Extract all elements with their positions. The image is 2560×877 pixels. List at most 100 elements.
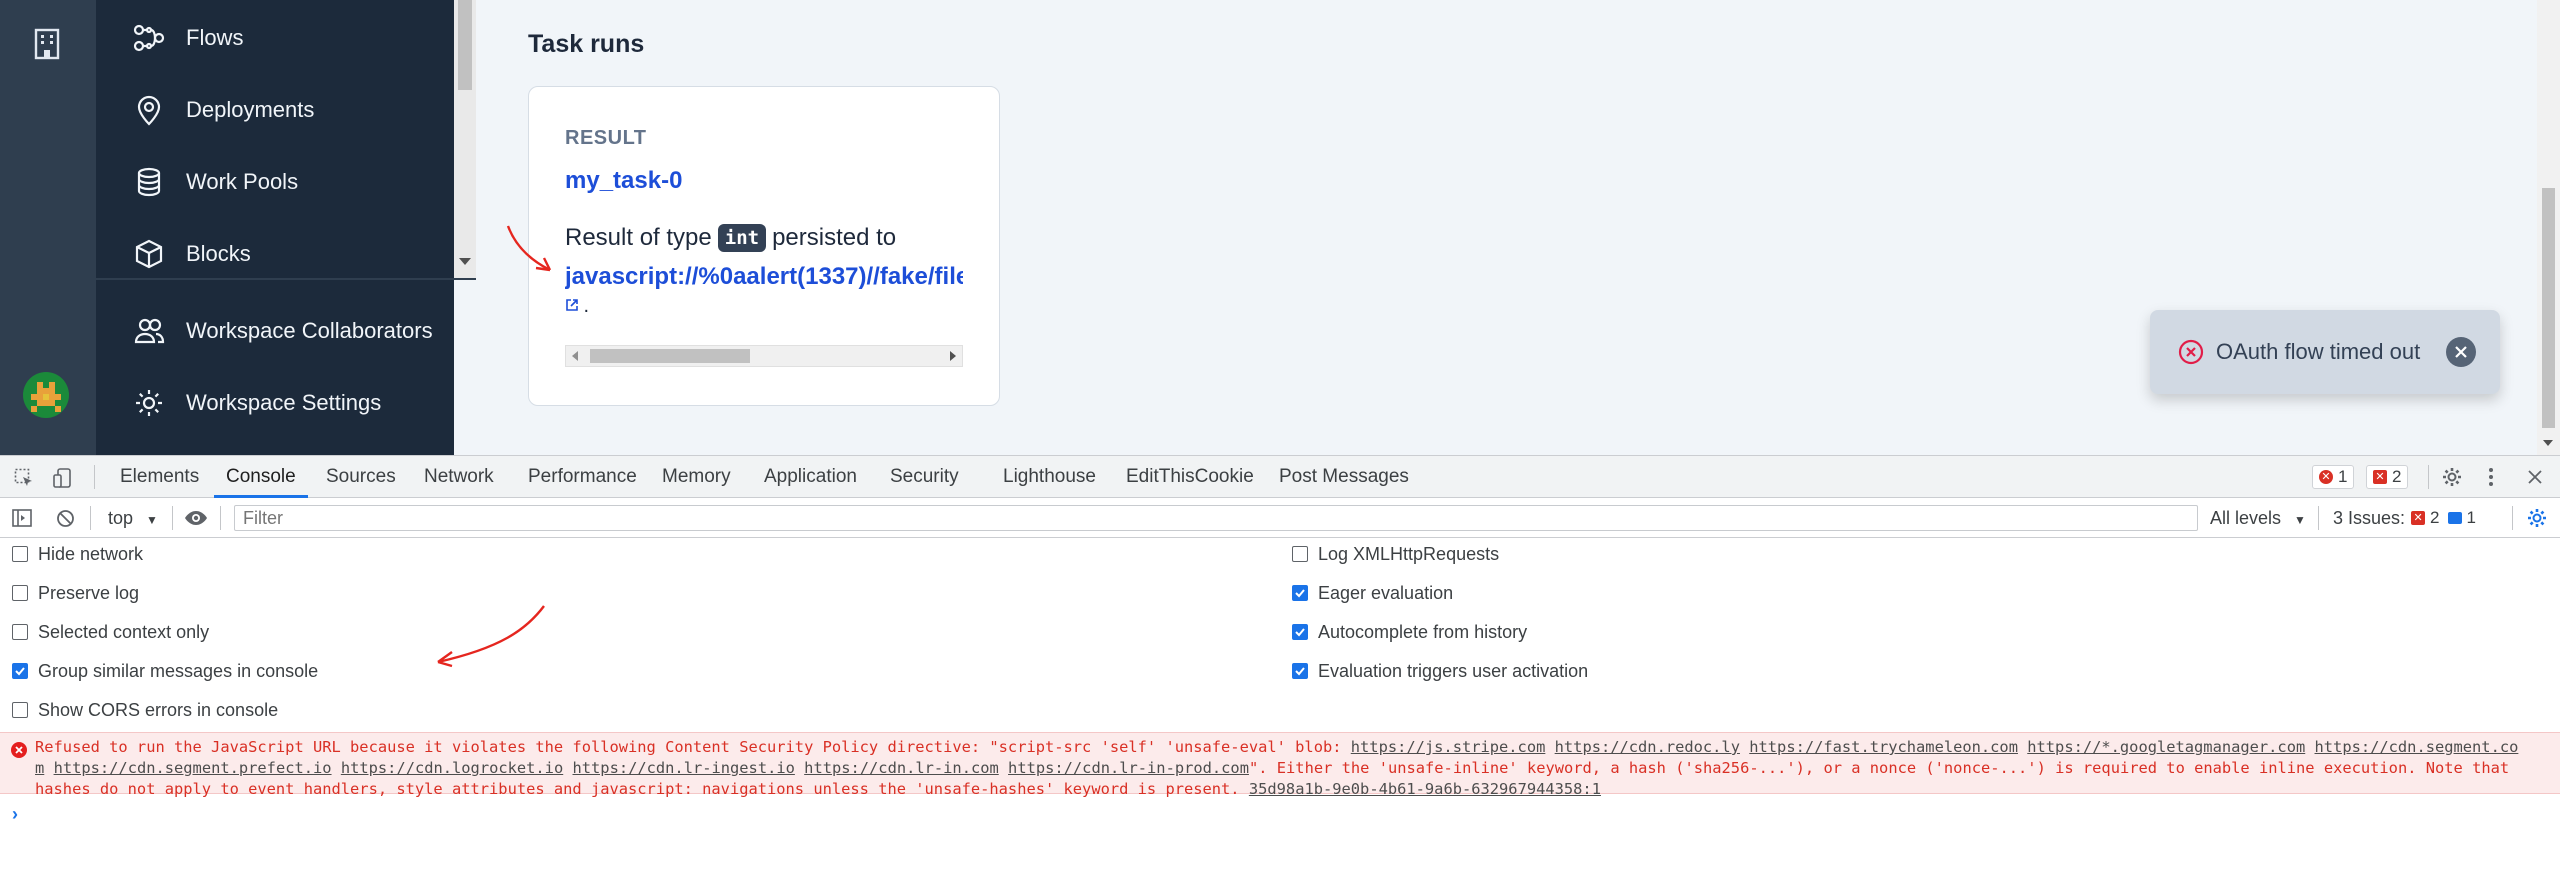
csp-link[interactable]: https://cdn.segment.prefect.io <box>54 759 332 777</box>
avatar[interactable] <box>23 372 69 418</box>
external-link-icon[interactable]: . <box>565 295 589 318</box>
option-show-cors-errors[interactable]: Show CORS errors in console <box>12 698 278 722</box>
issue-count: 2 <box>2392 467 2402 486</box>
csp-link[interactable]: https://cdn.lr-in-prod.com <box>1008 759 1249 777</box>
close-icon[interactable] <box>2446 337 2476 367</box>
sidebar-item-workspace-settings[interactable]: Workspace Settings <box>132 381 381 425</box>
csp-link[interactable]: https://cdn.lr-ingest.io <box>573 759 795 777</box>
option-eager-evaluation[interactable]: Eager evaluation <box>1292 581 1453 605</box>
checkbox[interactable] <box>1292 546 1308 562</box>
tab-editthiscookie[interactable]: EditThisCookie <box>1126 456 1254 498</box>
result-url-link[interactable]: javascript://%0aalert(1337)//fake/file <box>565 263 963 290</box>
checkbox-checked[interactable] <box>1292 624 1308 640</box>
option-label: Group similar messages in console <box>38 660 319 681</box>
context-selector[interactable]: top ▼ <box>108 498 158 538</box>
more-options-icon[interactable] <box>2486 466 2496 488</box>
console-settings-icon[interactable] <box>2526 507 2548 529</box>
sidebar: Flows Deployments Work Pools Blocks Work… <box>96 0 476 455</box>
option-label: Log XMLHttpRequests <box>1318 543 1500 564</box>
task-run-link[interactable]: my_task-0 <box>565 167 682 195</box>
sidebar-scrollbar[interactable] <box>454 0 476 278</box>
checkbox[interactable] <box>12 702 28 718</box>
csp-link[interactable]: https://js.stripe.com <box>1351 738 1546 756</box>
close-devtools-icon[interactable] <box>2527 469 2543 485</box>
issues-info: 1 <box>2440 506 2476 530</box>
settings-gear-icon[interactable] <box>2441 466 2463 488</box>
building-icon[interactable] <box>30 27 64 61</box>
option-evaluation-triggers[interactable]: Evaluation triggers user activation <box>1292 659 1588 683</box>
checkmark-icon <box>1295 628 1305 637</box>
checkbox[interactable] <box>12 585 28 601</box>
tab-sources[interactable]: Sources <box>326 456 396 498</box>
scroll-left-arrow-icon[interactable] <box>572 351 578 361</box>
sidebar-item-flows[interactable]: Flows <box>132 16 243 60</box>
issues-count-badge[interactable]: ✕ 2 <box>2366 465 2409 489</box>
issues-button[interactable]: 3 Issues: ✕ 2 1 <box>2333 498 2476 538</box>
checkbox-checked[interactable] <box>1292 663 1308 679</box>
option-log-xmlhttprequests[interactable]: Log XMLHttpRequests <box>1292 542 1499 566</box>
tab-application[interactable]: Application <box>764 456 857 498</box>
option-hide-network[interactable]: Hide network <box>12 542 143 566</box>
screen: Flows Deployments Work Pools Blocks Work… <box>0 0 2560 877</box>
option-label: Preserve log <box>38 582 140 603</box>
tab-performance[interactable]: Performance <box>528 456 637 498</box>
sidebar-item-work-pools[interactable]: Work Pools <box>132 160 298 204</box>
divider <box>220 506 221 530</box>
sidebar-item-workspace-collaborators[interactable]: Workspace Collaborators <box>132 309 433 353</box>
log-levels-dropdown[interactable]: All levels ▼ <box>2210 498 2306 538</box>
csp-link[interactable]: https://cdn.redoc.ly <box>1555 738 1740 756</box>
sidebar-item-deployments[interactable]: Deployments <box>132 88 314 132</box>
tab-elements[interactable]: Elements <box>120 456 199 498</box>
checkbox[interactable] <box>12 546 28 562</box>
filter-input[interactable] <box>234 505 2198 531</box>
console-toolbar: top ▼ All levels ▼ 3 Issues: ✕2 1 <box>0 498 2560 538</box>
option-group-similar[interactable]: Group similar messages in console <box>12 659 318 683</box>
csp-link[interactable]: https://*.googletagmanager.com <box>2027 738 2305 756</box>
tab-post-messages[interactable]: Post Messages <box>1279 456 1409 498</box>
toast-notification: OAuth flow timed out <box>2150 310 2500 394</box>
tab-memory[interactable]: Memory <box>662 456 731 498</box>
checkbox-checked[interactable] <box>12 663 28 679</box>
csp-link[interactable]: https://cdn.lr-in.com <box>804 759 999 777</box>
card-horizontal-scrollbar[interactable] <box>565 345 963 367</box>
scroll-right-arrow-icon[interactable] <box>950 351 956 361</box>
divider <box>90 506 91 530</box>
option-preserve-log[interactable]: Preserve log <box>12 581 139 605</box>
error-count: 1 <box>2338 467 2348 486</box>
sidebar-item-blocks[interactable]: Blocks <box>132 232 251 276</box>
sidebar-item-label: Flows <box>186 25 244 50</box>
error-circle-icon <box>2178 339 2204 365</box>
result-description: Result of type int persisted to <box>565 224 896 252</box>
error-count-badge[interactable]: ✕ 1 <box>2312 465 2355 489</box>
scroll-down-arrow-icon[interactable] <box>459 258 471 265</box>
tab-network[interactable]: Network <box>424 456 494 498</box>
inspect-element-icon[interactable] <box>14 468 34 488</box>
source-location-link[interactable]: 35d98a1b-9e0b-4b61-9a6b-632967944358:1 <box>1249 780 1601 798</box>
tab-security[interactable]: Security <box>890 456 959 498</box>
result-label: RESULT <box>565 127 647 149</box>
chevron-down-icon: ▼ <box>146 513 158 527</box>
csp-link[interactable]: https://fast.trychameleon.com <box>1749 738 2018 756</box>
sidebar-toggle-icon[interactable] <box>12 509 32 527</box>
scroll-down-arrow-icon[interactable] <box>2543 440 2553 446</box>
checkbox-checked[interactable] <box>1292 585 1308 601</box>
chevron-down-icon: ▼ <box>2294 513 2306 527</box>
option-selected-context-only[interactable]: Selected context only <box>12 620 209 644</box>
checkbox[interactable] <box>12 624 28 640</box>
tab-console[interactable]: Console <box>214 456 308 498</box>
avatar-pixel-icon <box>31 382 61 412</box>
page-scrollbar[interactable] <box>2537 0 2560 455</box>
sidebar-scrollbar-thumb[interactable] <box>458 0 472 90</box>
device-toolbar-icon[interactable] <box>52 467 74 489</box>
console-prompt[interactable]: › <box>12 804 18 825</box>
cube-icon <box>132 237 166 271</box>
eye-icon[interactable] <box>184 509 208 527</box>
tab-lighthouse[interactable]: Lighthouse <box>1003 456 1096 498</box>
option-autocomplete-history[interactable]: Autocomplete from history <box>1292 620 1527 644</box>
page-scrollbar-thumb[interactable] <box>2542 188 2555 428</box>
option-label: Autocomplete from history <box>1318 621 1528 642</box>
csp-link[interactable]: https://cdn.logrocket.io <box>341 759 563 777</box>
error-text-part: Refused to run the JavaScript URL becaus… <box>35 738 1351 756</box>
clear-console-icon[interactable] <box>56 509 75 528</box>
card-scrollbar-thumb[interactable] <box>590 349 750 363</box>
